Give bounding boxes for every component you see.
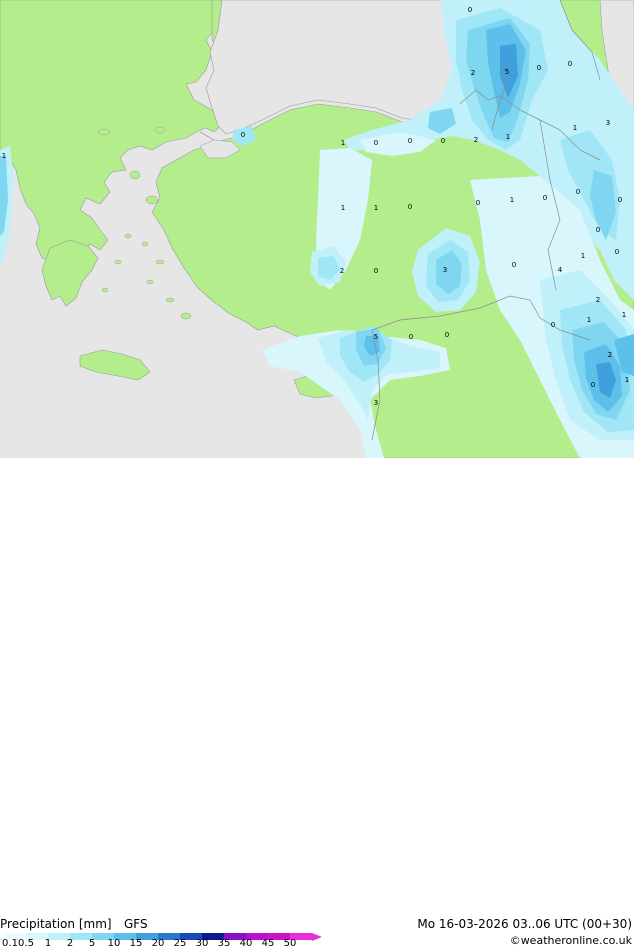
contour-label: 1 [2, 152, 6, 160]
valid-time: Mo 16-03-2026 03..06 UTC (00+30) [417, 917, 632, 931]
contour-label: 4 [558, 266, 563, 274]
contour-label: 1 [341, 139, 345, 147]
contour-label: 0 [241, 131, 245, 139]
contour-label: 1 [374, 204, 378, 212]
contour-label: 0 [568, 60, 572, 68]
contour-label: 0 [543, 194, 547, 202]
contour-label: 3 [443, 266, 447, 274]
contour-label: 5 [374, 333, 378, 341]
contour-label: 2 [340, 267, 344, 275]
legend-tick-label: 5 [88, 938, 96, 949]
legend-tick-label: 20 [151, 938, 165, 949]
legend-tick-label: 35 [217, 938, 231, 949]
contour-label: 1 [341, 204, 345, 212]
legend-tick-label: 25 [173, 938, 187, 949]
contour-label: 0 [596, 226, 600, 234]
contour-label: 0 [512, 261, 516, 269]
contour-label: 0 [476, 199, 480, 207]
legend-tick-label: 45 [261, 938, 275, 949]
legend-tick-label: 40 [239, 938, 253, 949]
precipitation-map: 02 5 0 0011 0 0 0 2 1131 1 0 0 1 000012 0 3001105 001322… [0, 0, 634, 458]
map-footer: Precipitation [mm] GFS Mo 16-03-2026 03.… [0, 458, 634, 949]
contour-label: 3 [374, 399, 378, 407]
contour-label: 5 [505, 68, 509, 76]
contour-label: 1 [506, 133, 510, 141]
credit-link[interactable]: ©weatheronline.co.uk [510, 934, 632, 948]
legend-tick-label: 2 [66, 938, 74, 949]
contour-label: 0 [618, 196, 622, 204]
contour-label: 0 [374, 267, 378, 275]
legend-tick-label: 50 [283, 938, 297, 949]
contour-label: 3 [606, 119, 610, 127]
contour-label: 2 [471, 69, 475, 77]
contour-label: 0 [591, 381, 595, 389]
contour-label: 2 [596, 296, 600, 304]
contour-label: 0 [615, 248, 619, 256]
contour-label: 0 [408, 137, 412, 145]
legend-tick-label: 10 [107, 938, 121, 949]
contour-label: 1 [587, 316, 591, 324]
model-name: GFS [124, 917, 148, 931]
legend-tick-label: 0.1 [2, 938, 18, 949]
legend-tick-label: 1 [44, 938, 52, 949]
contour-label: 1 [510, 196, 514, 204]
contour-label: 0 [408, 203, 412, 211]
product-title: Precipitation [mm] [0, 917, 112, 931]
contour-label: 2 [608, 351, 612, 359]
contour-label: 1 [622, 311, 626, 319]
contour-label: 1 [581, 252, 585, 260]
contour-label: 0 [409, 333, 413, 341]
contour-label: 0 [576, 188, 580, 196]
contour-label: 0 [374, 139, 378, 147]
contour-label: 1 [573, 124, 577, 132]
contour-label: 0 [551, 321, 555, 329]
contour-label: 0 [537, 64, 541, 72]
contour-label: 1 [625, 376, 629, 384]
legend-tick-label: 30 [195, 938, 209, 949]
contour-label: 0 [445, 331, 449, 339]
legend-arrow [312, 932, 322, 941]
contour-label: 0 [468, 6, 472, 14]
legend-tick-label: 15 [129, 938, 143, 949]
contour-label: 2 [474, 136, 478, 144]
legend-tick-label: 0.5 [18, 938, 34, 949]
contour-label: 0 [441, 137, 445, 145]
